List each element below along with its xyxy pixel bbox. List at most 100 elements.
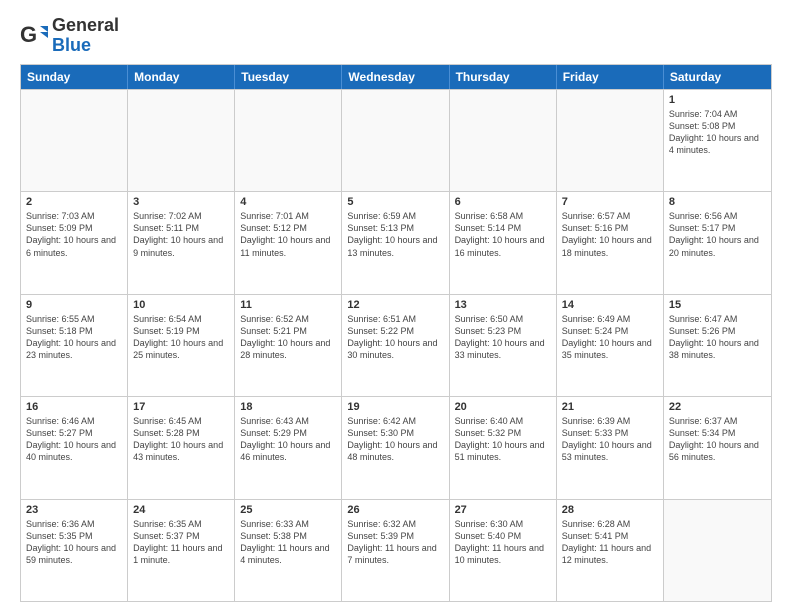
day-number: 14 [562,299,658,311]
calendar-day-12: 12 Sunrise: 6:51 AM Sunset: 5:22 PM Dayli… [342,295,449,396]
calendar: SundayMondayTuesdayWednesdayThursdayFrid… [20,64,772,602]
day-number: 2 [26,196,122,208]
day-info: Sunrise: 6:45 AM Sunset: 5:28 PM Dayligh… [133,415,229,464]
calendar-day-empty [235,90,342,191]
day-number: 24 [133,504,229,516]
day-number: 12 [347,299,443,311]
header-day-saturday: Saturday [664,65,771,89]
header: G General Blue [20,16,772,56]
day-number: 19 [347,401,443,413]
day-number: 3 [133,196,229,208]
day-info: Sunrise: 7:02 AM Sunset: 5:11 PM Dayligh… [133,210,229,259]
calendar-day-23: 23 Sunrise: 6:36 AM Sunset: 5:35 PM Dayli… [21,500,128,601]
day-info: Sunrise: 6:57 AM Sunset: 5:16 PM Dayligh… [562,210,658,259]
calendar-body: 1 Sunrise: 7:04 AM Sunset: 5:08 PM Daylig… [21,89,771,601]
calendar-day-26: 26 Sunrise: 6:32 AM Sunset: 5:39 PM Dayli… [342,500,449,601]
day-info: Sunrise: 6:51 AM Sunset: 5:22 PM Dayligh… [347,313,443,362]
calendar-week-2: 2 Sunrise: 7:03 AM Sunset: 5:09 PM Daylig… [21,191,771,293]
day-number: 26 [347,504,443,516]
calendar-day-9: 9 Sunrise: 6:55 AM Sunset: 5:18 PM Daylig… [21,295,128,396]
calendar-day-3: 3 Sunrise: 7:02 AM Sunset: 5:11 PM Daylig… [128,192,235,293]
calendar-header: SundayMondayTuesdayWednesdayThursdayFrid… [21,65,771,89]
day-info: Sunrise: 6:36 AM Sunset: 5:35 PM Dayligh… [26,518,122,567]
calendar-day-2: 2 Sunrise: 7:03 AM Sunset: 5:09 PM Daylig… [21,192,128,293]
logo-blue: Blue [52,36,119,56]
header-day-monday: Monday [128,65,235,89]
calendar-day-19: 19 Sunrise: 6:42 AM Sunset: 5:30 PM Dayli… [342,397,449,498]
header-day-wednesday: Wednesday [342,65,449,89]
calendar-day-4: 4 Sunrise: 7:01 AM Sunset: 5:12 PM Daylig… [235,192,342,293]
calendar-week-5: 23 Sunrise: 6:36 AM Sunset: 5:35 PM Dayli… [21,499,771,601]
calendar-day-5: 5 Sunrise: 6:59 AM Sunset: 5:13 PM Daylig… [342,192,449,293]
header-day-sunday: Sunday [21,65,128,89]
calendar-day-18: 18Sunrise: 6:43 AM Sunset: 5:29 PM Dayli… [235,397,342,498]
day-info: Sunrise: 6:54 AM Sunset: 5:19 PM Dayligh… [133,313,229,362]
day-number: 4 [240,196,336,208]
calendar-day-10: 10 Sunrise: 6:54 AM Sunset: 5:19 PM Dayli… [128,295,235,396]
day-info: Sunrise: 7:01 AM Sunset: 5:12 PM Dayligh… [240,210,336,259]
day-info: Sunrise: 6:35 AM Sunset: 5:37 PM Dayligh… [133,518,229,567]
day-number: 15 [669,299,766,311]
day-info: Sunrise: 6:50 AM Sunset: 5:23 PM Dayligh… [455,313,551,362]
day-number: 9 [26,299,122,311]
day-number: 13 [455,299,551,311]
calendar-day-empty [128,90,235,191]
header-day-friday: Friday [557,65,664,89]
header-day-tuesday: Tuesday [235,65,342,89]
calendar-day-16: 16 Sunrise: 6:46 AM Sunset: 5:27 PM Dayli… [21,397,128,498]
day-info: Sunrise: 6:28 AM Sunset: 5:41 PM Dayligh… [562,518,658,567]
day-info: Sunrise: 6:46 AM Sunset: 5:27 PM Dayligh… [26,415,122,464]
calendar-week-4: 16 Sunrise: 6:46 AM Sunset: 5:27 PM Dayli… [21,396,771,498]
calendar-day-14: 14Sunrise: 6:49 AM Sunset: 5:24 PM Dayli… [557,295,664,396]
calendar-day-27: 27 Sunrise: 6:30 AM Sunset: 5:40 PM Dayli… [450,500,557,601]
calendar-day-empty [557,90,664,191]
day-info: Sunrise: 7:03 AM Sunset: 5:09 PM Dayligh… [26,210,122,259]
day-info: Sunrise: 6:59 AM Sunset: 5:13 PM Dayligh… [347,210,443,259]
day-number: 7 [562,196,658,208]
calendar-week-1: 1 Sunrise: 7:04 AM Sunset: 5:08 PM Daylig… [21,89,771,191]
calendar-day-20: 20Sunrise: 6:40 AM Sunset: 5:32 PM Dayli… [450,397,557,498]
day-number: 11 [240,299,336,311]
calendar-week-3: 9 Sunrise: 6:55 AM Sunset: 5:18 PM Daylig… [21,294,771,396]
calendar-day-22: 22Sunrise: 6:37 AM Sunset: 5:34 PM Dayli… [664,397,771,498]
day-info: Sunrise: 7:04 AM Sunset: 5:08 PM Dayligh… [669,108,766,157]
day-number: 10 [133,299,229,311]
svg-text:G: G [20,22,37,47]
day-number: 1 [669,94,766,106]
calendar-day-17: 17 Sunrise: 6:45 AM Sunset: 5:28 PM Dayli… [128,397,235,498]
calendar-day-1: 1 Sunrise: 7:04 AM Sunset: 5:08 PM Daylig… [664,90,771,191]
day-number: 17 [133,401,229,413]
day-number: 27 [455,504,551,516]
day-info: Sunrise: 6:55 AM Sunset: 5:18 PM Dayligh… [26,313,122,362]
day-number: 8 [669,196,766,208]
calendar-day-15: 15 Sunrise: 6:47 AM Sunset: 5:26 PM Dayli… [664,295,771,396]
day-number: 23 [26,504,122,516]
day-info: Sunrise: 6:30 AM Sunset: 5:40 PM Dayligh… [455,518,551,567]
calendar-day-13: 13 Sunrise: 6:50 AM Sunset: 5:23 PM Dayli… [450,295,557,396]
day-number: 5 [347,196,443,208]
calendar-day-25: 25 Sunrise: 6:33 AM Sunset: 5:38 PM Dayli… [235,500,342,601]
calendar-day-empty [664,500,771,601]
header-day-thursday: Thursday [450,65,557,89]
day-info: Sunrise: 6:37 AM Sunset: 5:34 PM Dayligh… [669,415,766,464]
calendar-day-28: 28 Sunrise: 6:28 AM Sunset: 5:41 PM Dayli… [557,500,664,601]
calendar-day-8: 8 Sunrise: 6:56 AM Sunset: 5:17 PM Daylig… [664,192,771,293]
day-number: 28 [562,504,658,516]
logo-icon: G [20,22,48,50]
day-info: Sunrise: 6:47 AM Sunset: 5:26 PM Dayligh… [669,313,766,362]
day-number: 25 [240,504,336,516]
day-info: Sunrise: 6:42 AM Sunset: 5:30 PM Dayligh… [347,415,443,464]
day-info: Sunrise: 6:33 AM Sunset: 5:38 PM Dayligh… [240,518,336,567]
calendar-day-7: 7 Sunrise: 6:57 AM Sunset: 5:16 PM Daylig… [557,192,664,293]
day-info: Sunrise: 6:32 AM Sunset: 5:39 PM Dayligh… [347,518,443,567]
day-number: 20 [455,401,551,413]
day-number: 16 [26,401,122,413]
calendar-day-empty [21,90,128,191]
calendar-day-empty [450,90,557,191]
day-info: Sunrise: 6:43 AM Sunset: 5:29 PM Dayligh… [240,415,336,464]
day-number: 6 [455,196,551,208]
day-info: Sunrise: 6:58 AM Sunset: 5:14 PM Dayligh… [455,210,551,259]
day-info: Sunrise: 6:39 AM Sunset: 5:33 PM Dayligh… [562,415,658,464]
day-info: Sunrise: 6:56 AM Sunset: 5:17 PM Dayligh… [669,210,766,259]
logo: G General Blue [20,16,119,56]
